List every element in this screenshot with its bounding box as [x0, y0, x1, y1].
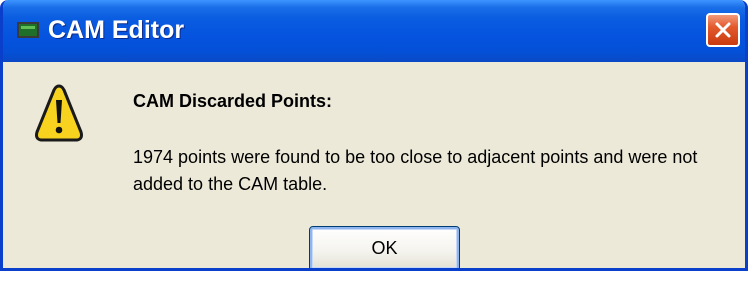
- app-icon: [17, 22, 39, 38]
- ok-button[interactable]: OK: [309, 226, 460, 268]
- window-title: CAM Editor: [48, 16, 185, 44]
- title-bar[interactable]: CAM Editor: [3, 0, 745, 62]
- dialog-window: CAM Editor CAM Discarded Points: 1974 po…: [0, 0, 748, 271]
- dialog-heading: CAM Discarded Points:: [133, 91, 333, 111]
- warning-icon: [35, 84, 83, 142]
- close-button[interactable]: [706, 13, 740, 47]
- close-icon: [715, 22, 731, 38]
- dialog-message: 1974 points were found to be too close t…: [133, 147, 698, 194]
